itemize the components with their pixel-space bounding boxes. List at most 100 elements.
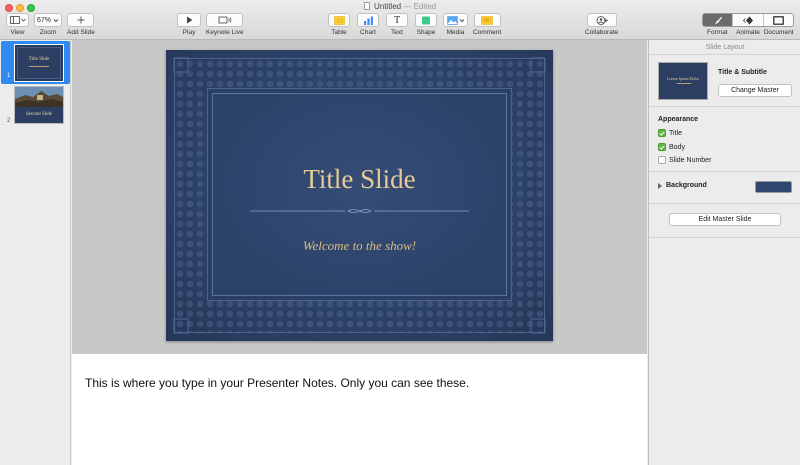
window-title: Untitled — Edited (0, 2, 800, 11)
keynote-window: Untitled — Edited View 67% Zoom Add Slid… (0, 0, 800, 465)
format-inspector: Slide Layout Lorem Ipsum Dolor Title & S… (648, 40, 800, 465)
inspector-segmented-control[interactable] (702, 13, 794, 27)
background-disclosure[interactable]: Background (658, 182, 707, 189)
media-button[interactable] (443, 13, 468, 27)
keynote-live-control[interactable]: Keynote Live (206, 13, 244, 36)
broadcast-icon (218, 16, 232, 24)
media-control[interactable]: Media (443, 13, 468, 36)
keynote-live-button[interactable] (206, 13, 244, 27)
zoom-control[interactable]: 67% Zoom (34, 13, 62, 36)
view-button[interactable] (6, 13, 29, 27)
inspector-tab-labels: Format Animate Document (702, 29, 794, 36)
table-control[interactable]: Table (328, 13, 350, 36)
document-label: Document (763, 29, 794, 36)
slide-number: 1 (7, 73, 11, 79)
view-control[interactable]: View (6, 13, 29, 36)
slide-thumbnail-1[interactable]: Title Slide (14, 44, 64, 82)
chevron-down-icon (53, 18, 59, 22)
body-option-label: Body (669, 143, 685, 151)
chevron-down-icon (459, 18, 464, 22)
play-button[interactable] (177, 13, 201, 27)
diamond-animate-icon (742, 16, 753, 24)
collaborate-button[interactable] (586, 13, 617, 27)
disclosure-triangle-icon (658, 182, 662, 189)
text-icon: T (393, 14, 401, 26)
background-label: Background (666, 182, 707, 189)
landscape-photo (15, 87, 63, 107)
thumbnail-title: Second Slide (25, 112, 53, 117)
play-label: Play (182, 29, 196, 36)
toolbar: Untitled — Edited View 67% Zoom Add Slid… (0, 0, 800, 40)
layout-thumbnail: Lorem Ipsum Dolor (658, 62, 708, 100)
divider (649, 171, 800, 172)
paintbrush-icon (714, 16, 722, 24)
slide-number: 2 (7, 118, 11, 124)
text-button[interactable]: T (386, 13, 408, 27)
shape-button[interactable] (415, 13, 437, 27)
body-option[interactable]: Body (658, 143, 685, 151)
animate-tab[interactable] (733, 14, 764, 26)
table-button[interactable] (328, 13, 350, 27)
presenter-notes-text[interactable]: This is where you type in your Presenter… (85, 376, 469, 390)
thumbnail-subtitle-line (29, 66, 49, 67)
corner-ornaments (173, 57, 546, 334)
text-control[interactable]: T Text (386, 13, 408, 36)
chart-label: Chart (360, 29, 376, 36)
zoom-select[interactable]: 67% (34, 13, 62, 27)
background-color-well[interactable] (755, 181, 792, 193)
comment-control[interactable]: Comment (473, 13, 501, 36)
media-label: Media (446, 29, 465, 36)
slide-number-option[interactable]: Slide Number (658, 156, 711, 164)
zoom-value: 67% (36, 16, 51, 24)
play-icon (186, 16, 192, 24)
slide-subtitle[interactable]: Welcome to the show! (166, 238, 553, 254)
add-slide-button[interactable] (67, 13, 95, 27)
thumbnail-title: Title Slide (28, 57, 50, 62)
layout-thumbnail-text: Lorem Ipsum Dolor (667, 76, 699, 81)
collaborate-control[interactable]: Collaborate (585, 13, 618, 36)
divider (649, 203, 800, 204)
document-name: Untitled (373, 2, 402, 11)
body-checkbox[interactable] (658, 143, 666, 151)
add-slide-label: Add Slide (67, 29, 95, 36)
slide-title[interactable]: Title Slide (166, 164, 553, 195)
shape-label: Shape (416, 29, 436, 36)
presenter-notes[interactable]: This is where you type in your Presenter… (72, 353, 647, 465)
inspector-header: Slide Layout (649, 40, 800, 55)
plus-icon (77, 16, 85, 24)
chart-control[interactable]: Chart (357, 13, 379, 36)
ornamental-divider (250, 209, 469, 213)
slide-number-option-label: Slide Number (669, 156, 712, 164)
shape-control[interactable]: Shape (415, 13, 437, 36)
keynote-live-label: Keynote Live (206, 29, 244, 36)
slide-thumbnail-2[interactable]: Second Slide (14, 86, 64, 124)
title-option[interactable]: Title (658, 129, 682, 137)
slide-navigator: 1 Title Slide 2 Second Slide (0, 40, 71, 465)
bar-chart-icon (363, 16, 373, 25)
play-control[interactable]: Play (177, 13, 201, 36)
title-checkbox[interactable] (658, 129, 666, 137)
chart-button[interactable] (357, 13, 379, 27)
image-icon (446, 15, 458, 25)
edit-master-slide-button[interactable]: Edit Master Slide (669, 213, 781, 226)
add-slide-control[interactable]: Add Slide (67, 13, 95, 36)
document-tab[interactable] (763, 14, 793, 26)
document-icon (363, 2, 370, 10)
slide-canvas: Title Slide Welcome to the show! (72, 40, 647, 353)
layout-thumbnail-line (677, 83, 691, 84)
slide[interactable]: Title Slide Welcome to the show! (166, 50, 553, 341)
zoom-label: Zoom (39, 29, 57, 36)
title-option-label: Title (669, 129, 682, 137)
comment-button[interactable] (473, 13, 501, 27)
table-label: Table (331, 29, 347, 36)
add-person-icon (596, 15, 608, 25)
document-status: — Edited (403, 2, 437, 11)
shape-icon (422, 16, 430, 24)
change-master-button[interactable]: Change Master (718, 84, 792, 97)
comment-label: Comment (473, 29, 502, 36)
table-icon (333, 15, 345, 25)
format-tab[interactable] (703, 14, 734, 26)
text-label: Text (391, 29, 403, 36)
layout-name: Title & Subtitle (718, 69, 767, 76)
slide-number-checkbox[interactable] (658, 156, 666, 164)
